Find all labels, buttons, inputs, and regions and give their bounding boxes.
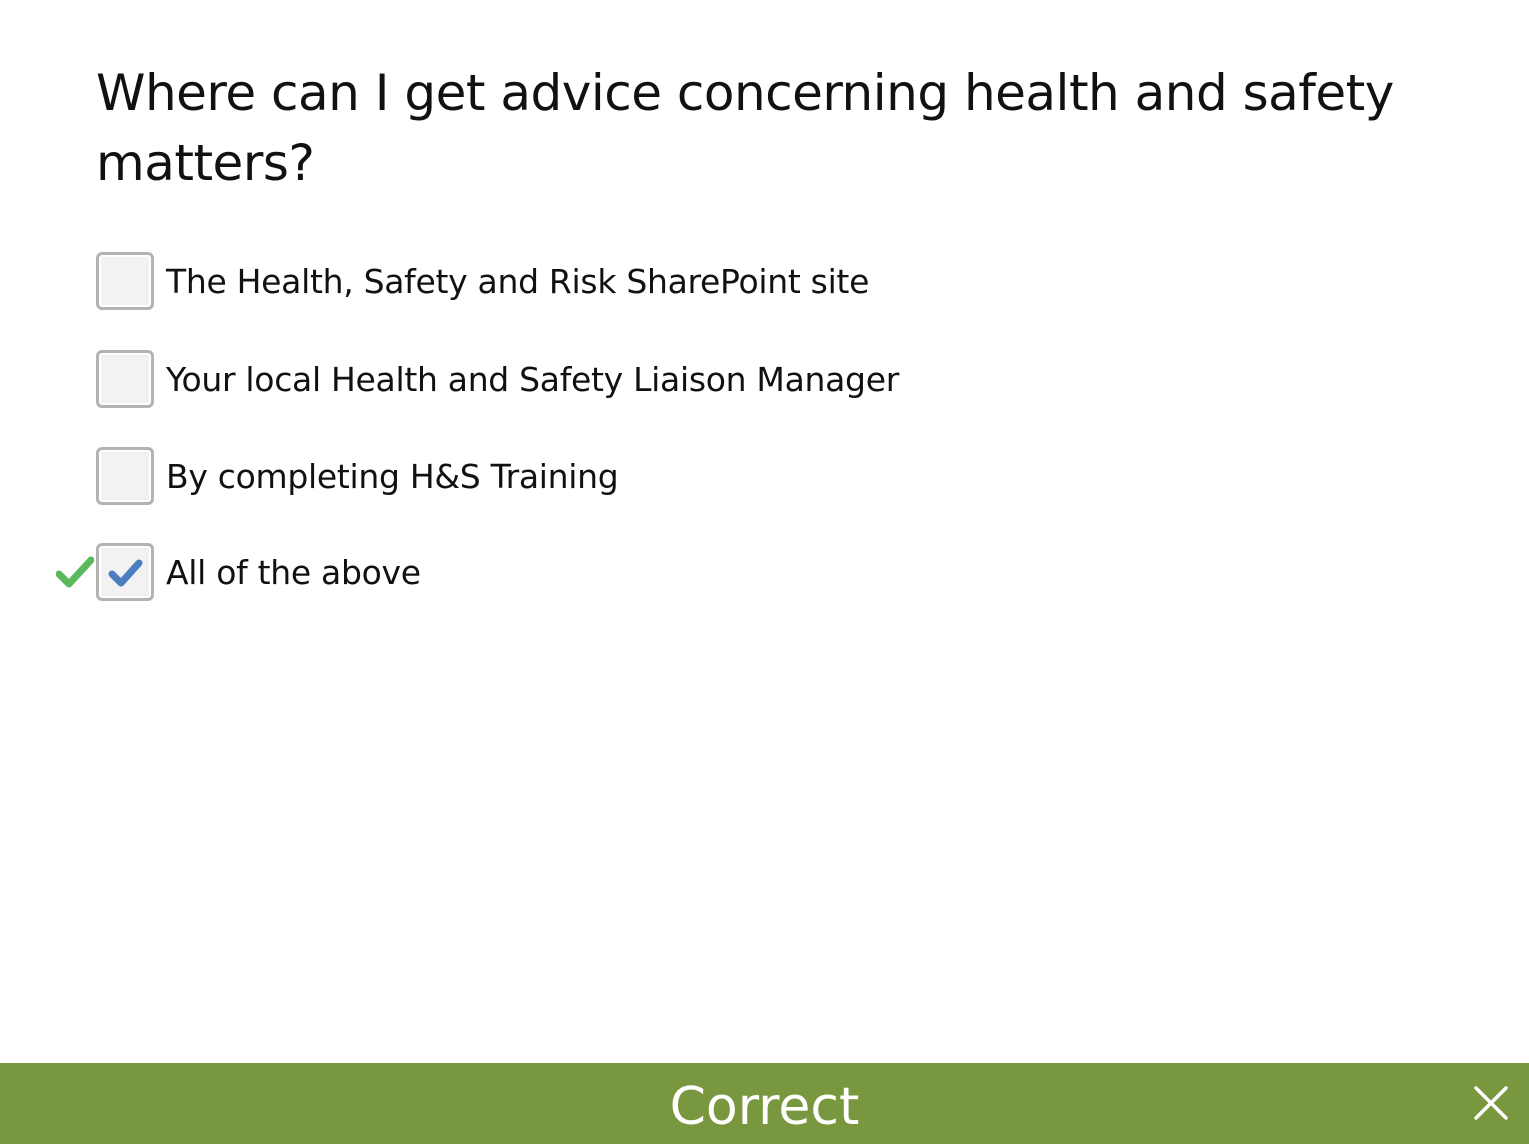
correct-check-icon <box>56 556 94 588</box>
close-button[interactable] <box>1471 1083 1511 1123</box>
answer-checkbox-1[interactable] <box>96 252 154 310</box>
answer-option-3[interactable]: By completing H&S Training <box>56 447 619 505</box>
feedback-text: Correct <box>669 1077 860 1137</box>
close-icon <box>1474 1086 1508 1120</box>
answer-option-2[interactable]: Your local Health and Safety Liaison Man… <box>56 350 899 408</box>
checkmark-icon <box>108 559 143 587</box>
answer-option-1[interactable]: The Health, Safety and Risk SharePoint s… <box>56 252 869 310</box>
answer-checkbox-4[interactable] <box>96 543 154 601</box>
answer-checkbox-3[interactable] <box>96 447 154 505</box>
answer-checkbox-2[interactable] <box>96 350 154 408</box>
answer-label-4: All of the above <box>166 552 421 592</box>
question-text: Where can I get advice concerning health… <box>96 64 1394 192</box>
answer-label-2: Your local Health and Safety Liaison Man… <box>166 359 899 399</box>
answer-label-1: The Health, Safety and Risk SharePoint s… <box>166 261 870 301</box>
answer-option-4[interactable]: All of the above <box>56 543 421 601</box>
feedback-bar: Correct <box>0 1063 1529 1144</box>
answer-label-3: By completing H&S Training <box>166 456 619 496</box>
